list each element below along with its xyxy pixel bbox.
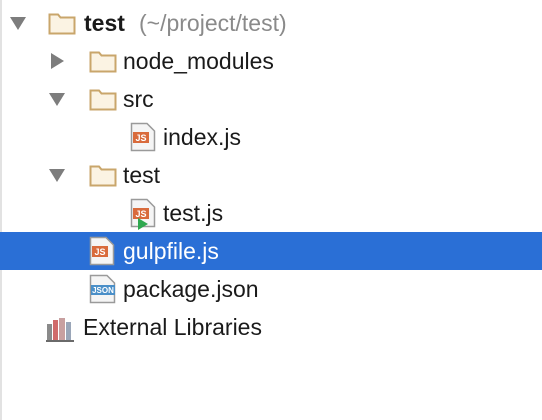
tree-root-label: test <box>84 10 125 36</box>
svg-text:JS: JS <box>135 209 146 219</box>
collapse-arrow-icon[interactable] <box>49 93 65 106</box>
tree-item-index-js[interactable]: JS index.js <box>0 118 542 156</box>
js-file-icon: JS <box>89 236 115 266</box>
tree-item-label: package.json <box>123 276 259 302</box>
tree-item-test-js[interactable]: JS test.js <box>0 194 542 232</box>
tree-item-gulpfile-js[interactable]: JS gulpfile.js <box>0 232 542 270</box>
tree-root-row[interactable]: test (~/project/test) <box>0 4 542 42</box>
tree-item-label: External Libraries <box>83 314 262 340</box>
tree-item-label: gulpfile.js <box>123 238 219 264</box>
project-tree-panel: test (~/project/test) node_modules src J… <box>0 0 542 420</box>
svg-text:JSON: JSON <box>92 286 114 295</box>
tree-root-path: (~/project/test) <box>139 10 287 36</box>
tree-item-src[interactable]: src <box>0 80 542 118</box>
expand-arrow-icon[interactable] <box>51 53 64 69</box>
svg-text:JS: JS <box>94 247 105 257</box>
tree-item-external-libraries[interactable]: External Libraries <box>0 308 542 346</box>
folder-icon <box>89 165 117 187</box>
folder-icon <box>89 89 117 111</box>
collapse-arrow-icon[interactable] <box>10 17 26 30</box>
folder-icon <box>89 51 117 73</box>
tree-item-label: src <box>123 86 154 112</box>
tree-item-label: index.js <box>163 124 241 150</box>
tree-item-label: node_modules <box>123 48 274 74</box>
svg-text:JS: JS <box>135 133 146 143</box>
folder-icon <box>48 13 76 35</box>
tree-item-package-json[interactable]: JSON package.json <box>0 270 542 308</box>
collapse-arrow-icon[interactable] <box>49 169 65 182</box>
tree-item-label: test.js <box>163 200 224 226</box>
js-file-icon: JS <box>130 122 156 152</box>
tree-item-test-folder[interactable]: test <box>0 156 542 194</box>
libraries-icon <box>46 318 74 342</box>
json-file-icon: JSON <box>89 274 116 304</box>
js-test-file-icon: JS <box>130 198 156 230</box>
tree-item-node-modules[interactable]: node_modules <box>0 42 542 80</box>
tree-item-label: test <box>123 162 161 188</box>
